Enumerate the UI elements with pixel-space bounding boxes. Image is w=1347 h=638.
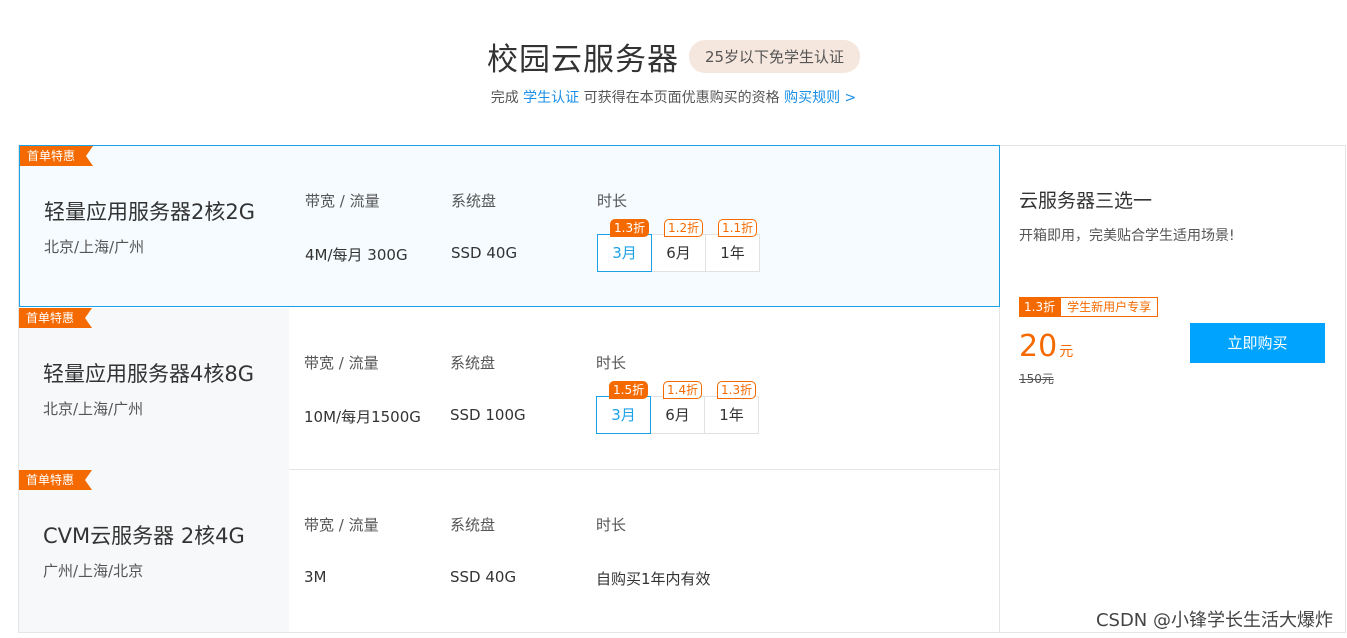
promo-label: 学生新用户专享 bbox=[1060, 297, 1159, 317]
disk-value: SSD 40G bbox=[450, 568, 517, 586]
duration-label: 时长 bbox=[596, 354, 627, 372]
purchase-panel-desc: 开箱即用，完美贴合学生适用场景! bbox=[1019, 228, 1235, 244]
title-row: 校园云服务器 25岁以下免学生认证 bbox=[0, 34, 1347, 79]
bandwidth-value: 10M/每月1500G bbox=[304, 408, 421, 426]
purchase-rules-link[interactable]: 购买规则 > bbox=[784, 90, 856, 106]
product-info-panel bbox=[20, 146, 290, 306]
discount-tag: 1.3折 bbox=[717, 381, 757, 399]
subtitle-middle: 可获得在本页面优惠购买的资格 bbox=[579, 90, 785, 106]
first-order-ribbon: 首单特惠 bbox=[19, 470, 92, 490]
price-unit: 元 bbox=[1059, 344, 1074, 360]
page-title: 校园云服务器 bbox=[486, 42, 679, 78]
first-order-ribbon: 首单特惠 bbox=[20, 146, 93, 166]
product-name: 轻量应用服务器2核2G bbox=[44, 200, 255, 224]
purchase-panel: 云服务器三选一 开箱即用，完美贴合学生适用场景! 1.3折 学生新用户专享 20… bbox=[999, 145, 1346, 633]
discount-tag: 1.2折 bbox=[664, 219, 704, 237]
duration-option-label: 6月 bbox=[666, 244, 691, 262]
discount-tag: 1.1折 bbox=[718, 219, 758, 237]
price: 20 元 bbox=[1019, 329, 1073, 364]
product-name: CVM云服务器 2核4G bbox=[43, 524, 245, 548]
duration-label: 时长 bbox=[597, 192, 628, 210]
bandwidth-value: 3M bbox=[304, 568, 327, 586]
disk-label: 系统盘 bbox=[450, 354, 496, 372]
product-list: 首单特惠 轻量应用服务器2核2G 北京/上海/广州 带宽 / 流量 系统盘 时长… bbox=[18, 145, 1000, 633]
product-card[interactable]: 首单特惠 轻量应用服务器4核8G 北京/上海/广州 带宽 / 流量 系统盘 时长… bbox=[19, 308, 1000, 470]
discount-tag: 1.5折 bbox=[609, 381, 649, 399]
disk-label: 系统盘 bbox=[451, 192, 497, 210]
duration-option-label: 3月 bbox=[611, 406, 636, 424]
duration-value: 自购买1年内有效 bbox=[596, 570, 711, 588]
age-exemption-badge: 25岁以下免学生认证 bbox=[688, 40, 861, 73]
disk-value: SSD 100G bbox=[450, 406, 526, 424]
discount-tag: 1.3折 bbox=[610, 219, 650, 237]
duration-label: 时长 bbox=[596, 516, 627, 534]
original-price: 150元 bbox=[1019, 372, 1054, 386]
duration-option-label: 3月 bbox=[612, 244, 637, 262]
disk-label: 系统盘 bbox=[450, 516, 496, 534]
duration-option-1y[interactable]: 1.3折 1年 bbox=[704, 381, 759, 434]
subtitle: 完成 学生认证 可获得在本页面优惠购买的资格 购买规则 > bbox=[0, 87, 1347, 107]
product-region: 北京/上海/广州 bbox=[43, 400, 144, 418]
student-auth-link[interactable]: 学生认证 bbox=[523, 90, 579, 106]
duration-option-label: 1年 bbox=[720, 244, 745, 262]
buy-now-button[interactable]: 立即购买 bbox=[1190, 323, 1325, 363]
bandwidth-label: 带宽 / 流量 bbox=[304, 516, 379, 534]
disk-value: SSD 40G bbox=[451, 244, 518, 262]
product-name: 轻量应用服务器4核8G bbox=[43, 362, 254, 386]
discount-tag: 1.4折 bbox=[663, 381, 703, 399]
duration-option-1y[interactable]: 1.1折 1年 bbox=[705, 219, 760, 272]
product-info-panel bbox=[19, 308, 289, 470]
purchase-panel-title: 云服务器三选一 bbox=[1019, 190, 1153, 212]
price-value: 20 bbox=[1019, 329, 1058, 364]
product-region: 广州/上海/北京 bbox=[43, 562, 144, 580]
duration-option-3m[interactable]: 1.5折 3月 bbox=[596, 381, 651, 434]
first-order-ribbon: 首单特惠 bbox=[19, 308, 92, 328]
product-card[interactable]: 首单特惠 CVM云服务器 2核4G 广州/上海/北京 带宽 / 流量 系统盘 时… bbox=[19, 470, 1000, 632]
bandwidth-label: 带宽 / 流量 bbox=[304, 354, 379, 372]
duration-option-label: 6月 bbox=[665, 406, 690, 424]
promo-tag: 1.3折 学生新用户专享 bbox=[1019, 297, 1159, 317]
csdn-watermark: CSDN @小锋学长生活大爆炸 bbox=[1095, 610, 1333, 631]
duration-option-3m[interactable]: 1.3折 3月 bbox=[597, 219, 652, 272]
product-card[interactable]: 首单特惠 轻量应用服务器2核2G 北京/上海/广州 带宽 / 流量 系统盘 时长… bbox=[19, 145, 1000, 307]
duration-option-label: 1年 bbox=[719, 406, 744, 424]
bandwidth-value: 4M/每月 300G bbox=[305, 246, 408, 264]
duration-option-6m[interactable]: 1.4折 6月 bbox=[650, 381, 705, 434]
product-region: 北京/上海/广州 bbox=[44, 238, 145, 256]
subtitle-prefix: 完成 bbox=[490, 90, 524, 106]
duration-option-6m[interactable]: 1.2折 6月 bbox=[651, 219, 706, 272]
product-info-panel bbox=[19, 470, 289, 632]
bandwidth-label: 带宽 / 流量 bbox=[305, 192, 380, 210]
page-header: 校园云服务器 25岁以下免学生认证 完成 学生认证 可获得在本页面优惠购买的资格… bbox=[0, 0, 1347, 140]
promo-discount: 1.3折 bbox=[1019, 297, 1061, 317]
